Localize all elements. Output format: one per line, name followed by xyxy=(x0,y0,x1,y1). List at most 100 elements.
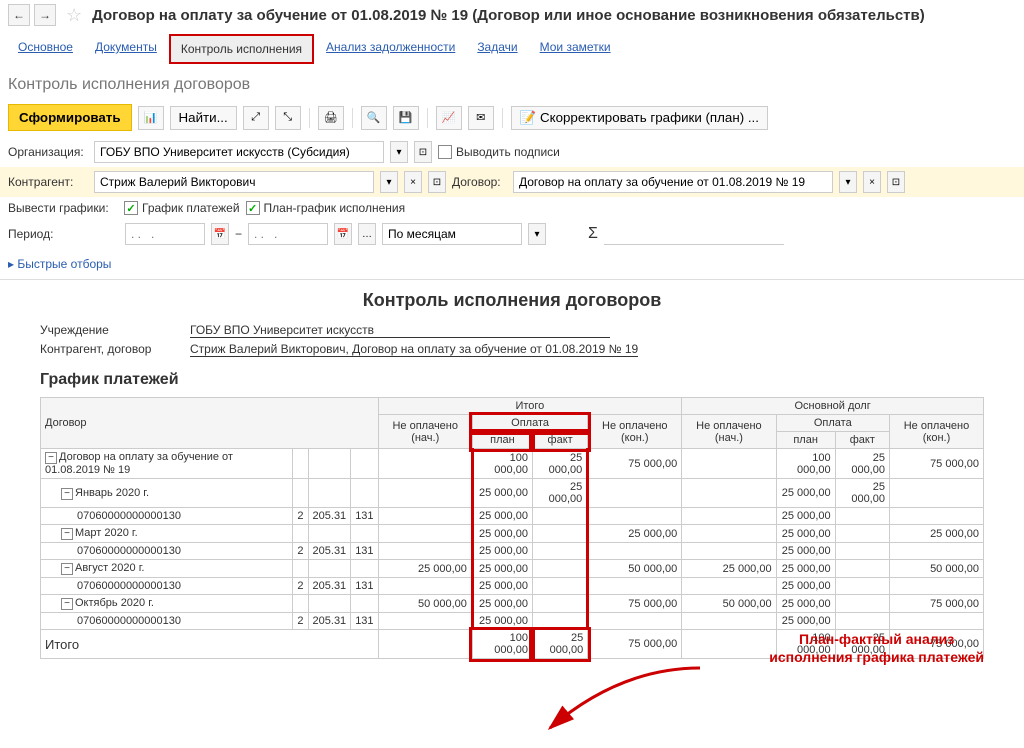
th-contract: Договор xyxy=(41,398,379,449)
calendar-icon[interactable]: 📅 xyxy=(211,223,229,245)
tree-toggle[interactable]: − xyxy=(45,452,57,464)
period-label: Период: xyxy=(8,227,58,241)
tab-tasks[interactable]: Задачи xyxy=(467,34,527,64)
graph-plan-checkbox[interactable]: ✓ xyxy=(246,201,260,215)
grouping-select[interactable] xyxy=(382,223,522,245)
graphs-label: Вывести графики: xyxy=(8,201,118,215)
tab-control[interactable]: Контроль исполнения xyxy=(169,34,314,64)
save-settings-icon[interactable]: 📊 xyxy=(138,106,164,130)
tree-toggle[interactable]: − xyxy=(61,563,73,575)
sigma-label: Σ xyxy=(588,225,598,243)
contragent-input[interactable] xyxy=(94,171,374,193)
table-row: −Октябрь 2020 г. 50 000,00 25 000,00 75 … xyxy=(41,595,984,613)
cd-value: Стриж Валерий Викторович, Договор на опл… xyxy=(190,342,638,357)
cd-label: Контрагент, договор xyxy=(40,342,190,357)
divider xyxy=(502,108,503,128)
sigma-output xyxy=(604,223,784,245)
table-row: −Март 2020 г. 25 000,00 25 000,00 25 000… xyxy=(41,525,984,543)
tree-toggle[interactable]: − xyxy=(61,488,73,500)
tree-toggle[interactable]: − xyxy=(61,528,73,540)
open-icon[interactable]: ⊡ xyxy=(428,171,446,193)
th-d-np-end: Не оплачено (кон.) xyxy=(889,415,983,449)
total-plan: 100 000,00 xyxy=(472,630,532,659)
quick-filters-toggle[interactable]: ▸ Быстрые отборы xyxy=(0,249,1024,279)
calendar-icon[interactable]: 📅 xyxy=(334,223,352,245)
table-row: −Август 2020 г. 25 000,00 25 000,00 50 0… xyxy=(41,560,984,578)
th-main-debt: Основной долг xyxy=(682,398,984,415)
collapse-icon[interactable]: ⤡ xyxy=(275,106,301,130)
tree-toggle[interactable]: − xyxy=(61,598,73,610)
table-row: −Январь 2020 г. 25 000,00 25 000,00 25 0… xyxy=(41,479,984,508)
th-np-start: Не оплачено (нач.) xyxy=(378,415,472,449)
th-plan: план xyxy=(472,432,532,449)
annotation-arrow xyxy=(520,658,720,748)
payment-table: Договор Итого Основной долг Не оплачено … xyxy=(40,397,984,659)
table-row: −Договор на оплату за обучение от 01.08.… xyxy=(41,449,984,479)
tab-documents[interactable]: Документы xyxy=(85,34,167,64)
total-np-start xyxy=(378,630,472,659)
org-input[interactable] xyxy=(94,141,384,163)
back-button[interactable]: ← xyxy=(8,4,30,26)
open-icon[interactable]: ⊡ xyxy=(414,141,432,163)
tab-debt[interactable]: Анализ задолженности xyxy=(316,34,465,64)
th-fact: факт xyxy=(532,432,587,449)
total-label: Итого xyxy=(41,630,379,659)
table-row: 07060000000000130 2 205.31 131 25 000,00… xyxy=(41,508,984,525)
th-d-plan: план xyxy=(776,432,835,449)
th-np-end: Не оплачено (кон.) xyxy=(588,415,682,449)
dropdown-icon[interactable]: ▾ xyxy=(380,171,398,193)
report-subtitle: График платежей xyxy=(40,371,984,389)
contract-input[interactable] xyxy=(513,171,833,193)
graph-payments-checkbox[interactable]: ✓ xyxy=(124,201,138,215)
show-sign-checkbox[interactable] xyxy=(438,145,452,159)
inst-label: Учреждение xyxy=(40,323,190,338)
save-icon[interactable]: 💾 xyxy=(393,106,419,130)
th-d-fact: факт xyxy=(835,432,889,449)
tabs: Основное Документы Контроль исполнения А… xyxy=(0,30,1024,68)
dropdown-icon[interactable]: ▾ xyxy=(390,141,408,163)
find-button[interactable]: Найти... xyxy=(170,106,237,130)
preview-icon[interactable]: 🔍 xyxy=(361,106,387,130)
print-icon[interactable]: 🖨 xyxy=(318,106,344,130)
th-d-np-start: Не оплачено (нач.) xyxy=(682,415,776,449)
page-title: Договор на оплату за обучение от 01.08.2… xyxy=(92,7,925,24)
divider xyxy=(352,108,353,128)
forward-button[interactable]: → xyxy=(34,4,56,26)
period-select-icon[interactable]: … xyxy=(358,223,376,245)
th-payment: Оплата xyxy=(472,415,587,432)
expand-icon[interactable]: ⤢ xyxy=(243,106,269,130)
dropdown-icon[interactable]: ▾ xyxy=(839,171,857,193)
tab-notes[interactable]: Мои заметки xyxy=(530,34,621,64)
table-row: 07060000000000130 2 205.31 131 25 000,00… xyxy=(41,613,984,630)
form-button[interactable]: Сформировать xyxy=(8,104,132,131)
favorite-icon[interactable]: ☆ xyxy=(66,5,82,26)
org-label: Организация: xyxy=(8,145,88,159)
divider xyxy=(309,108,310,128)
report-title: Контроль исполнения договоров xyxy=(40,290,984,311)
period-to[interactable] xyxy=(248,223,328,245)
correct-button[interactable]: 📝 Скорректировать графики (план) ... xyxy=(511,106,768,130)
total-fact: 25 000,00 xyxy=(532,630,587,659)
table-row: 07060000000000130 2 205.31 131 25 000,00… xyxy=(41,578,984,595)
period-from[interactable] xyxy=(125,223,205,245)
clear-icon[interactable]: × xyxy=(404,171,422,193)
contragent-label: Контрагент: xyxy=(8,175,88,189)
graph-payments-label: График платежей xyxy=(142,201,240,215)
open-icon[interactable]: ⊡ xyxy=(887,171,905,193)
inst-value: ГОБУ ВПО Университет искусств xyxy=(190,323,610,338)
th-d-payment: Оплата xyxy=(776,415,889,432)
graph-plan-label: План-график исполнения xyxy=(264,201,406,215)
clear-icon[interactable]: × xyxy=(863,171,881,193)
dropdown-icon[interactable]: ▾ xyxy=(528,223,546,245)
chart-icon[interactable]: 📈 xyxy=(436,106,462,130)
total-d-np-start xyxy=(682,630,776,659)
show-sign-label: Выводить подписи xyxy=(456,145,560,159)
divider xyxy=(427,108,428,128)
table-row: 07060000000000130 2 205.31 131 25 000,00… xyxy=(41,543,984,560)
annotation-text: План-фактный анализ исполнения графика п… xyxy=(769,630,984,666)
mail-icon[interactable]: ✉ xyxy=(468,106,494,130)
section-title: Контроль исполнения договоров xyxy=(0,68,1024,98)
th-total: Итого xyxy=(378,398,682,415)
total-np-end: 75 000,00 xyxy=(588,630,682,659)
tab-main[interactable]: Основное xyxy=(8,34,83,64)
